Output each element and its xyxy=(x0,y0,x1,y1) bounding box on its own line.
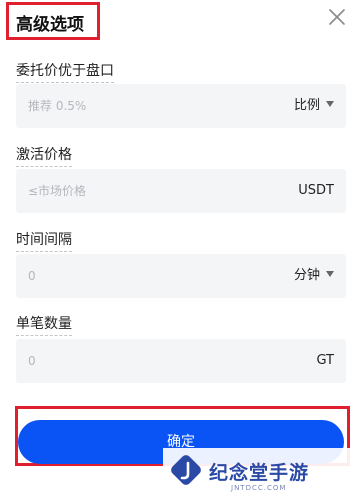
activation-price-input[interactable]: ≤市场价格 USDT xyxy=(16,169,346,213)
time-interval-input[interactable]: 0 分钟 xyxy=(16,254,346,298)
time-interval-placeholder: 0 xyxy=(28,269,36,283)
single-quantity-input[interactable]: 0 GT xyxy=(16,339,346,383)
price-better-placeholder: 推荐 0.5% xyxy=(28,99,87,113)
minute-unit-select[interactable]: 分钟 xyxy=(294,254,334,298)
field-label-activation-price: 激活价格 xyxy=(16,144,72,167)
modal-title: 高级选项 xyxy=(16,15,84,35)
field-label-price-better: 委托价优于盘口 xyxy=(16,60,114,83)
watermark-logo-icon xyxy=(171,455,201,485)
watermark: 纪念堂手游 JNTDCC.COM xyxy=(163,448,362,500)
activation-price-placeholder: ≤市场价格 xyxy=(28,184,87,198)
price-better-input[interactable]: 推荐 0.5% 比例 xyxy=(16,84,346,128)
gt-unit: GT xyxy=(316,353,334,368)
ratio-unit-select[interactable]: 比例 xyxy=(294,84,334,128)
usdt-unit: USDT xyxy=(298,183,334,198)
watermark-subtext: JNTDCC.COM xyxy=(231,484,287,492)
close-icon[interactable] xyxy=(324,4,350,30)
field-label-single-quantity: 单笔数量 xyxy=(16,313,72,336)
watermark-text: 纪念堂手游 xyxy=(209,462,310,484)
field-label-time-interval: 时间间隔 xyxy=(16,229,72,252)
single-quantity-placeholder: 0 xyxy=(28,354,36,368)
caret-down-icon xyxy=(326,271,334,277)
caret-down-icon xyxy=(326,101,334,107)
modal-header: 高级选项 xyxy=(0,0,362,50)
